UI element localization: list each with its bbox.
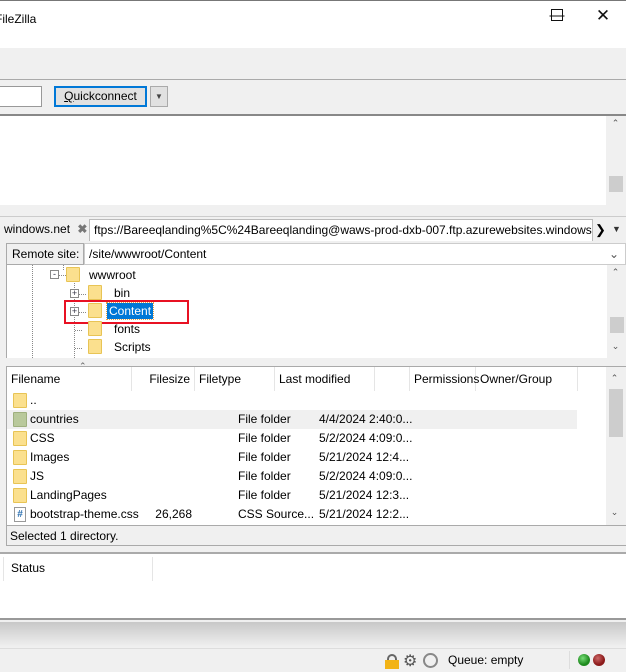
scroll-down-icon[interactable]: ⌄ [606, 507, 623, 518]
folder-icon [13, 469, 27, 484]
folder-icon [13, 488, 27, 503]
folder-icon [88, 285, 102, 300]
file-type: File folder [238, 488, 291, 502]
file-list: ⌃ Filename Filesize Filetype Last modifi… [6, 361, 626, 526]
file-modified: 5/2/2024 4:09:0... [319, 469, 413, 483]
host-input[interactable] [0, 86, 42, 107]
download-indicator-icon [593, 654, 605, 666]
file-name: LandingPages [30, 488, 107, 502]
tree-label: wwwroot [89, 268, 136, 282]
table-row[interactable]: JS File folder 5/2/2024 4:09:0... [7, 467, 577, 486]
folder-icon [66, 267, 80, 282]
quickconnect-dropdown[interactable]: ▼ [150, 86, 168, 107]
title-bar: FileZilla — ✕ [0, 0, 626, 48]
quickconnect-button[interactable]: Quickconnect [54, 86, 147, 107]
file-type: File folder [238, 450, 291, 464]
window-title: FileZilla [0, 12, 37, 26]
tab-2[interactable]: ftps://Bareeqlanding%5C%24Bareeqlanding@… [89, 219, 593, 241]
folder-icon [88, 339, 102, 354]
file-type: File folder [238, 412, 291, 426]
quickconnect-label: uickconnect [73, 89, 137, 103]
column-filetype[interactable]: Filetype [195, 367, 275, 391]
file-name: .. [30, 393, 37, 407]
file-modified: 5/21/2024 12:4... [319, 450, 410, 464]
file-type: File folder [238, 469, 291, 483]
column-status[interactable]: Status [3, 557, 153, 581]
scroll-thumb[interactable] [609, 389, 623, 437]
scroll-thumb[interactable] [609, 176, 623, 192]
column-owner-group[interactable]: Owner/Group [476, 367, 578, 391]
file-modified: 5/21/2024 12:3... [319, 488, 410, 502]
queue-tabs-area [0, 622, 626, 647]
table-row[interactable]: # bootstrap-theme.css 26,268 CSS Source... 5… [7, 505, 577, 524]
speed-limit-icon [423, 653, 438, 668]
expand-icon[interactable]: + [70, 289, 79, 298]
scroll-down-icon[interactable]: ⌄ [607, 341, 624, 352]
file-name: Images [30, 450, 70, 464]
lock-icon [385, 654, 399, 669]
remote-tree: - wwwroot + bin + Content fonts Scripts … [6, 265, 626, 358]
table-row[interactable]: Images File folder 5/21/2024 12:4... [7, 448, 577, 467]
column-permissions[interactable]: Permissions [409, 367, 479, 391]
folder-icon [13, 431, 27, 446]
tab-1[interactable]: windows.net ✖ [0, 219, 88, 241]
message-log: ⌃ [0, 114, 626, 205]
file-name: JS [30, 469, 45, 483]
divider [0, 79, 626, 80]
folder-icon [13, 412, 27, 427]
scroll-up-icon[interactable]: ⌃ [606, 373, 623, 384]
table-row[interactable]: .. [7, 391, 577, 410]
folder-icon [88, 321, 102, 336]
remote-path-value: /site/wwwroot/Content [89, 247, 207, 261]
remote-path-input[interactable]: /site/wwwroot/Content ⌄ [84, 243, 626, 265]
file-size: 26,268 [155, 507, 192, 521]
table-row[interactable]: countries File folder 4/4/2024 2:40:0... [7, 410, 577, 429]
selection-status: Selected 1 directory. [6, 526, 626, 546]
tab-label: windows.net [4, 222, 71, 236]
tab-label: ftps://Bareeqlanding%5C%24Bareeqlanding@… [94, 223, 593, 237]
file-name: bootstrap-theme.css [30, 507, 139, 521]
file-type: File folder [238, 431, 291, 445]
folder-icon [13, 450, 27, 465]
file-type: CSS Source... [238, 507, 315, 521]
column-filename[interactable]: Filename [7, 367, 132, 391]
transfer-queue: Status [0, 552, 626, 620]
tree-label: Scripts [114, 340, 151, 354]
scroll-up-icon[interactable]: ⌃ [607, 267, 624, 278]
status-bar: ⚙ Queue: empty [0, 648, 626, 672]
tree-scrollbar[interactable]: ⌃ ⌄ [607, 265, 626, 358]
chevron-right-icon[interactable]: ❯ [595, 222, 606, 238]
gear-auto-icon: ⚙ [403, 653, 418, 670]
table-row[interactable]: CSS File folder 5/2/2024 4:09:0... [7, 429, 577, 448]
folder-icon [13, 393, 27, 408]
file-modified: 5/2/2024 4:09:0... [319, 431, 413, 445]
file-modified: 5/21/2024 12:2... [319, 507, 410, 521]
file-modified: 4/4/2024 2:40:0... [319, 412, 413, 426]
css-file-icon: # [14, 507, 26, 522]
upload-indicator-icon [578, 654, 590, 666]
tab-bar: windows.net ✖ ftps://Bareeqlanding%5C%24… [0, 216, 626, 241]
tree-label: fonts [114, 322, 141, 336]
queue-status: Queue: empty [448, 653, 524, 667]
close-button[interactable]: ✕ [583, 5, 623, 27]
close-icon[interactable]: ✖ [77, 222, 87, 236]
table-row[interactable]: LandingPages File folder 5/21/2024 12:3... [7, 486, 577, 505]
remote-site-label: Remote site: [6, 243, 84, 265]
log-scrollbar[interactable]: ⌃ [606, 116, 626, 205]
scroll-thumb[interactable] [610, 317, 624, 333]
maximize-button[interactable] [551, 9, 563, 21]
list-scrollbar[interactable]: ⌃ ⌄ [606, 367, 626, 525]
triangle-down-icon: ▼ [155, 92, 163, 101]
file-name: CSS [30, 431, 55, 445]
column-last-modified[interactable]: Last modified [275, 367, 375, 391]
column-filesize[interactable]: Filesize [132, 367, 195, 391]
close-icon: ✕ [595, 6, 611, 25]
chevron-down-icon[interactable]: ⌄ [609, 244, 619, 264]
scroll-up-icon[interactable]: ⌃ [607, 118, 624, 129]
remote-site-bar: Remote site: /site/wwwroot/Content ⌄ [6, 243, 626, 265]
triangle-down-icon[interactable]: ▼ [612, 224, 621, 234]
collapse-icon[interactable]: - [50, 270, 59, 279]
file-name: countries [30, 412, 79, 426]
